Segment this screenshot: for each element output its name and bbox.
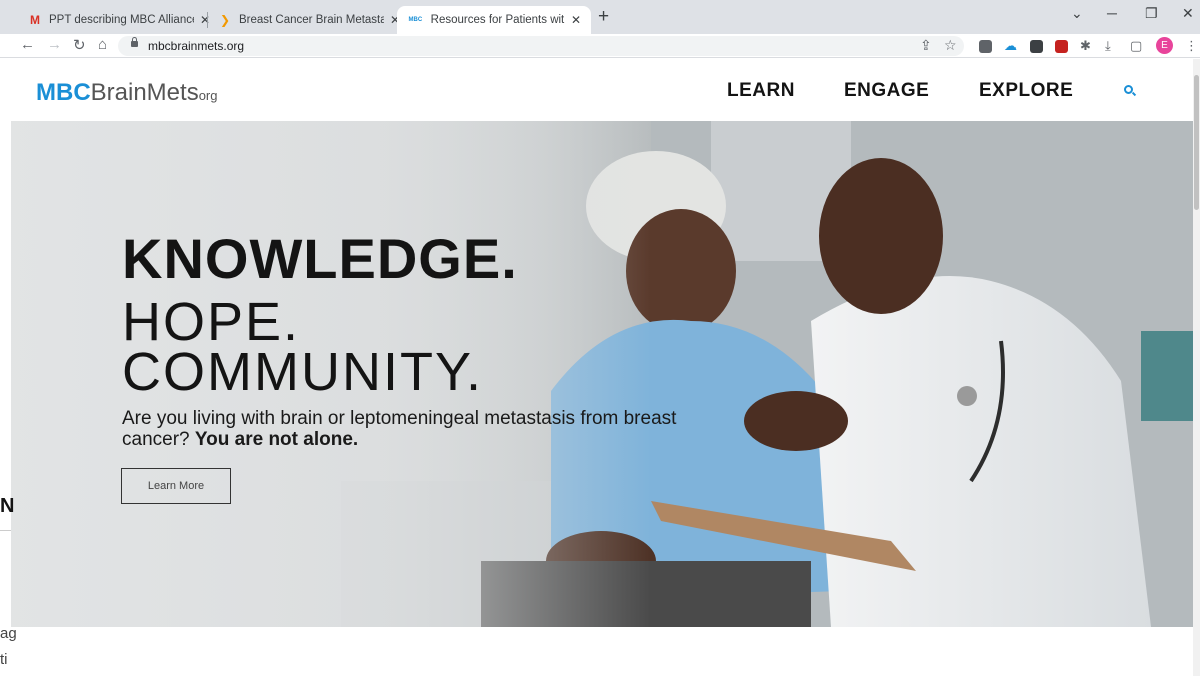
menu-kebab-icon[interactable]: ⋮ bbox=[1185, 38, 1198, 54]
lock-icon bbox=[131, 37, 138, 47]
profile-avatar[interactable]: E bbox=[1156, 37, 1173, 54]
hero-banner: KNOWLEDGE. HOPE. COMMUNITY. Are you livi… bbox=[11, 121, 1193, 627]
hero-headline-community: COMMUNITY. bbox=[122, 342, 484, 402]
new-tab-icon[interactable]: + bbox=[598, 6, 609, 28]
search-icon[interactable] bbox=[1124, 85, 1133, 94]
cloud-extension-icon[interactable]: ☁ bbox=[1004, 38, 1017, 54]
mbc-favicon-icon: MBC bbox=[408, 17, 423, 23]
nav-engage[interactable]: ENGAGE bbox=[844, 80, 929, 102]
restore-icon[interactable]: ❐ bbox=[1145, 5, 1158, 22]
puzzle-extensions-icon[interactable]: ✱ bbox=[1080, 38, 1091, 54]
side-panel-icon[interactable]: ▢ bbox=[1130, 38, 1142, 54]
share-icon[interactable]: ⇪ bbox=[920, 37, 932, 54]
site-logo[interactable]: MBCBrainMetsorg bbox=[36, 80, 218, 109]
site-header: MBCBrainMetsorg LEARN ENGAGE EXPLORE bbox=[0, 59, 1200, 121]
address-bar[interactable]: mbcbrainmets.org ⇪ ☆ bbox=[118, 36, 964, 56]
close-tab-icon[interactable]: ✕ bbox=[571, 13, 581, 27]
url-text: mbcbrainmets.org bbox=[148, 39, 245, 53]
hero-subtext: Are you living with brain or leptomening… bbox=[122, 408, 682, 450]
back-icon[interactable]: ← bbox=[20, 36, 35, 53]
logo-org: org bbox=[198, 88, 218, 103]
browser-toolbar: ← → ↻ ⌂ mbcbrainmets.org ⇪ ☆ bbox=[0, 34, 1200, 58]
tab-search-icon[interactable]: ⌄ bbox=[1071, 5, 1083, 22]
partial-text-ti: ti bbox=[0, 651, 8, 668]
partial-text-ag: ag bbox=[0, 625, 17, 642]
learn-more-button[interactable]: Learn More bbox=[121, 468, 231, 504]
logo-mbc: MBC bbox=[36, 79, 91, 106]
bookmark-star-icon[interactable]: ☆ bbox=[944, 37, 957, 54]
tab-gmail[interactable]: M PPT describing MBC Alliance - Is ✕ bbox=[18, 6, 220, 34]
extension-icon[interactable] bbox=[979, 40, 992, 53]
logo-brainmets: BrainMets bbox=[90, 79, 199, 106]
minimize-icon[interactable]: ─ bbox=[1107, 5, 1117, 21]
close-window-icon[interactable]: ✕ bbox=[1182, 5, 1194, 22]
extension-icon[interactable] bbox=[1030, 40, 1043, 53]
tab-title: PPT describing MBC Alliance - Is bbox=[49, 14, 194, 26]
home-icon[interactable]: ⌂ bbox=[98, 36, 107, 53]
tab-resources[interactable]: MBC Resources for Patients with Brain ✕ bbox=[397, 6, 591, 34]
nav-learn[interactable]: LEARN bbox=[727, 80, 795, 102]
reload-icon[interactable]: ↻ bbox=[73, 36, 86, 54]
scrollbar-thumb[interactable] bbox=[1194, 75, 1199, 210]
download-icon[interactable]: ⤓ bbox=[1105, 38, 1111, 54]
divider bbox=[0, 530, 11, 531]
extension-badge-icon[interactable] bbox=[1055, 40, 1068, 53]
browser-tab-strip: M PPT describing MBC Alliance - Is ✕ ❯ B… bbox=[0, 0, 1200, 34]
hero-headline-knowledge: KNOWLEDGE. bbox=[122, 227, 518, 290]
partial-text-n: N bbox=[0, 495, 15, 517]
hero-subtext-bold: You are not alone. bbox=[194, 429, 359, 450]
gmail-icon: M bbox=[30, 13, 40, 27]
tab-title: Breast Cancer Brain Metastasis In bbox=[239, 14, 384, 26]
nav-explore[interactable]: EXPLORE bbox=[979, 80, 1073, 102]
tab-breast-cancer[interactable]: ❯ Breast Cancer Brain Metastasis In ✕ bbox=[208, 6, 410, 34]
tab-title: Resources for Patients with Brain bbox=[430, 14, 565, 26]
forward-icon[interactable]: → bbox=[47, 36, 62, 53]
chevron-favicon-icon: ❯ bbox=[219, 13, 231, 27]
